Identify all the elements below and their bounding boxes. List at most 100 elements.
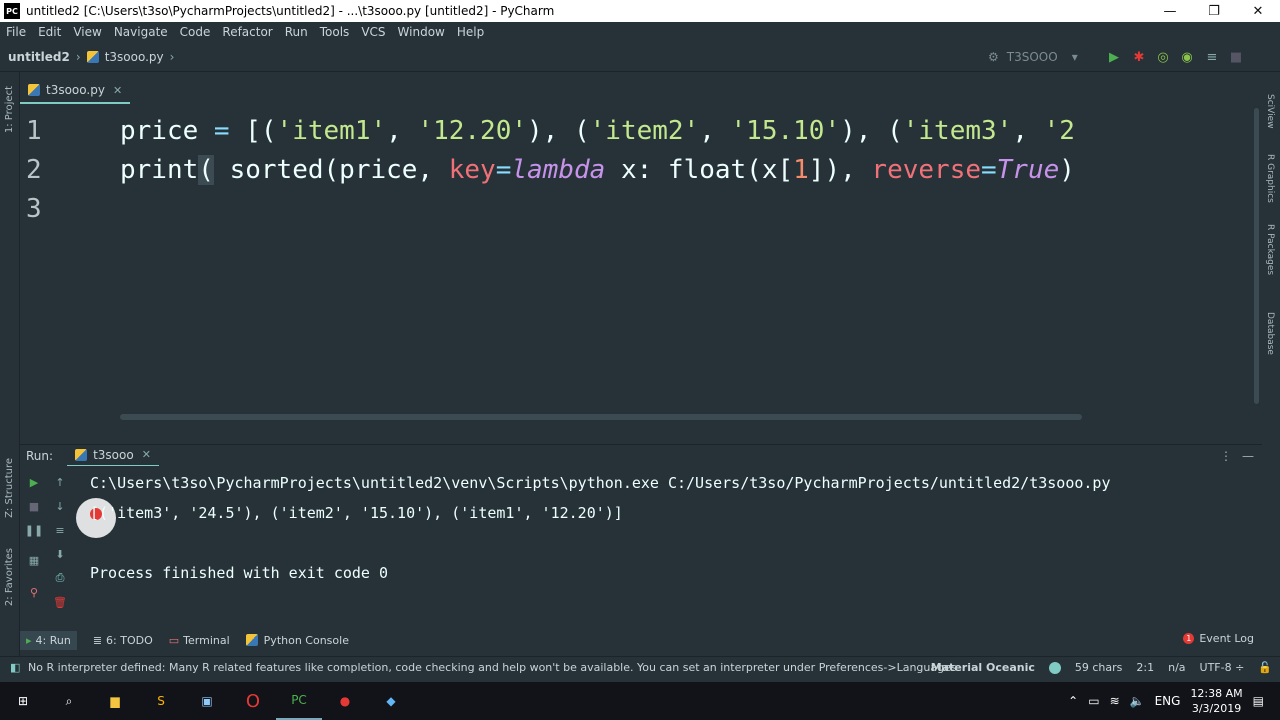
clock-date: 3/3/2019 <box>1191 702 1242 715</box>
tool-tab-run[interactable]: ▸ 4: Run <box>20 630 77 650</box>
editor-horizontal-scrollbar[interactable] <box>120 414 1082 420</box>
caret-position[interactable]: 2:1 <box>1136 661 1154 674</box>
code-editor[interactable]: 1 2 3 price = [('item1', '12.20'), ('ite… <box>20 108 1262 428</box>
search-icon[interactable]: ⌕ <box>46 682 92 720</box>
rerun-icon[interactable]: ▶ <box>26 474 42 490</box>
layout-icon[interactable]: ▦ <box>26 552 42 568</box>
tool-tab-todo[interactable]: ≣ 6: TODO <box>93 634 153 647</box>
maximize-button[interactable]: ❐ <box>1192 0 1236 22</box>
menu-tools[interactable]: Tools <box>314 25 356 39</box>
minimize-button[interactable]: — <box>1148 0 1192 22</box>
r-graphics-tool-button[interactable]: R Graphics <box>1265 154 1275 203</box>
stop-icon[interactable]: ■ <box>26 498 42 514</box>
encoding-selector[interactable]: UTF-8 ÷ <box>1200 661 1245 674</box>
network-icon[interactable]: ▭ <box>1088 694 1099 708</box>
line-number: 3 <box>26 194 42 224</box>
project-tool-button[interactable]: 1: Project <box>4 86 15 133</box>
status-toggle-icon[interactable]: ◧ <box>10 661 20 674</box>
scroll-down-icon[interactable]: ↓ <box>52 498 68 514</box>
code-token: ]), <box>808 155 872 185</box>
language-indicator[interactable]: ENG <box>1155 694 1181 708</box>
database-tool-button[interactable]: Database <box>1265 312 1275 355</box>
export-icon[interactable]: ⬇ <box>52 546 68 562</box>
chevron-right-icon: › <box>169 49 175 64</box>
windows-start-icon[interactable]: ⊞ <box>0 682 46 720</box>
menu-window[interactable]: Window <box>392 25 451 39</box>
app-icon[interactable]: ◆ <box>368 682 414 720</box>
clock[interactable]: 12:38 AM 3/3/2019 <box>1190 686 1242 716</box>
pycharm-taskbar-icon[interactable]: PC <box>276 682 322 720</box>
hide-panel-icon[interactable]: — <box>1242 449 1254 463</box>
recorder-icon[interactable]: ● <box>322 682 368 720</box>
stop-icon[interactable]: ■ <box>1227 48 1245 66</box>
code-line-2: print( sorted(price, key=lambda x: float… <box>120 155 1075 185</box>
soft-wrap-icon[interactable]: ≡ <box>52 522 68 538</box>
pycharm-logo-icon: PC <box>4 3 20 19</box>
event-log-button[interactable]: 1 Event Log <box>1183 632 1254 645</box>
python-file-icon <box>75 448 88 461</box>
menu-refactor[interactable]: Refactor <box>216 25 278 39</box>
profile-icon[interactable]: ◉ <box>1178 48 1196 66</box>
event-log-label: Event Log <box>1199 632 1254 645</box>
close-tab-icon[interactable]: ✕ <box>113 84 122 97</box>
volume-icon[interactable]: 🔈 <box>1130 694 1145 708</box>
run-config-select[interactable]: ⚙ T3SOOO ▾ <box>988 47 1098 67</box>
theme-indicator[interactable]: Material Oceanic <box>931 661 1035 674</box>
run-console[interactable]: ▶ ↑ ■ ↓ ❚❚ ≡ ▦ ⬇ ⎙ ⚲ 🗑 C:\Users\t3so\Pyc… <box>20 466 1262 626</box>
editor-tab-t3sooo[interactable]: t3sooo.py ✕ <box>20 78 131 104</box>
lock-icon[interactable]: 🔓 <box>1258 661 1272 674</box>
breadcrumb-file[interactable]: t3sooo.py <box>105 50 164 64</box>
line-number: 2 <box>26 155 42 185</box>
menu-view[interactable]: View <box>67 25 107 39</box>
concurrency-icon[interactable]: ≡ <box>1203 48 1221 66</box>
editor-tab-label: t3sooo.py <box>46 83 105 97</box>
tool-tab-label: 4: Run <box>35 633 71 647</box>
close-run-tab-icon[interactable]: ✕ <box>142 448 151 461</box>
sublime-icon[interactable]: S <box>138 682 184 720</box>
app-window-icon[interactable]: ▣ <box>184 682 230 720</box>
debug-icon[interactable]: ✱ <box>1130 48 1148 66</box>
menu-file[interactable]: File <box>0 25 32 39</box>
windows-taskbar: ⊞ ⌕ ▆ S ▣ O PC ● ◆ ⌃ ▭ ≋ 🔈 ENG 12:38 AM … <box>0 682 1280 720</box>
tool-tab-python-console[interactable]: Python Console <box>245 634 349 647</box>
breadcrumb: untitled2 › t3sooo.py › <box>0 50 180 64</box>
r-packages-tool-button[interactable]: R Packages <box>1265 224 1275 275</box>
coverage-icon[interactable]: ◎ <box>1154 48 1172 66</box>
run-icon[interactable]: ▶ <box>1105 48 1123 66</box>
run-tab-t3sooo[interactable]: t3sooo ✕ <box>67 445 159 467</box>
tool-tab-terminal[interactable]: ▭ Terminal <box>169 634 230 647</box>
menu-help[interactable]: Help <box>451 25 490 39</box>
menu-navigate[interactable]: Navigate <box>108 25 174 39</box>
notifications-icon[interactable]: ▤ <box>1253 694 1264 708</box>
run-panel-label: Run: <box>26 448 54 463</box>
python-console-icon <box>245 634 258 646</box>
sciview-tool-button[interactable]: SciView <box>1265 94 1275 129</box>
run-panel-header: Run: t3sooo ✕ ⋮ — <box>20 444 1262 467</box>
menu-run[interactable]: Run <box>279 25 314 39</box>
theme-icon <box>1048 661 1061 674</box>
pause-icon[interactable]: ❚❚ <box>25 522 43 538</box>
menu-code[interactable]: Code <box>174 25 217 39</box>
favorites-tool-button[interactable]: 2: Favorites <box>4 548 15 606</box>
console-output-line: [('item3', '24.5'), ('item2', '15.10'), … <box>90 504 623 522</box>
scroll-up-icon[interactable]: ↑ <box>52 474 68 490</box>
file-explorer-icon[interactable]: ▆ <box>92 682 138 720</box>
code-token: sorted(price, <box>213 155 449 185</box>
print-icon[interactable]: ⎙ <box>52 570 68 586</box>
tray-chevron-up-icon[interactable]: ⌃ <box>1068 694 1078 708</box>
clear-icon[interactable]: 🗑 <box>52 594 68 610</box>
status-message[interactable]: No R interpreter defined: Many R related… <box>28 661 958 674</box>
close-window-button[interactable]: ✕ <box>1236 0 1280 22</box>
menu-vcs[interactable]: VCS <box>355 25 391 39</box>
pin-icon[interactable]: ⚲ <box>26 584 42 600</box>
code-token: key <box>448 155 496 185</box>
menu-edit[interactable]: Edit <box>32 25 67 39</box>
opera-icon[interactable]: O <box>230 682 276 720</box>
line-separator[interactable]: n/a <box>1168 661 1185 674</box>
breadcrumb-project[interactable]: untitled2 <box>8 50 70 64</box>
wifi-icon[interactable]: ≋ <box>1110 694 1120 708</box>
editor-vertical-scrollbar[interactable] <box>1254 108 1259 404</box>
code-token: = <box>213 116 230 146</box>
more-options-icon[interactable]: ⋮ <box>1220 449 1232 463</box>
structure-tool-button[interactable]: Z: Structure <box>4 458 15 518</box>
